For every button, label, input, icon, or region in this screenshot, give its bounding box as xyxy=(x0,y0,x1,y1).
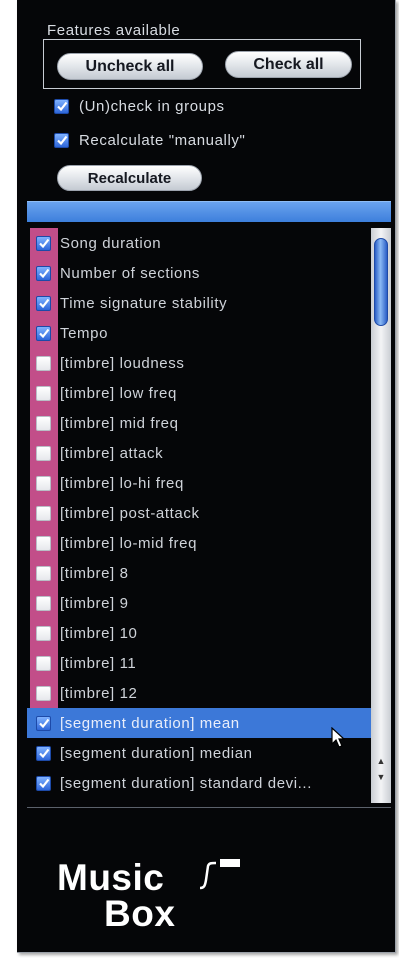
list-item-label: [timbre] low freq xyxy=(60,384,177,402)
features-title: Features available xyxy=(45,22,183,39)
checkbox-checked[interactable] xyxy=(54,132,69,148)
checkbox-unchecked[interactable] xyxy=(36,565,51,581)
list-item-label: [segment duration] median xyxy=(60,744,253,762)
checkbox-checked[interactable] xyxy=(36,265,51,281)
list-item[interactable]: [segment duration] standard devi... xyxy=(27,768,371,798)
list-item-label: [timbre] 11 xyxy=(60,654,137,672)
list-item[interactable]: [timbre] 11 xyxy=(27,648,371,678)
list-item-label: [timbre] 12 xyxy=(60,684,138,702)
mouse-pointer-icon xyxy=(331,727,346,748)
checkbox-unchecked[interactable] xyxy=(36,415,51,431)
option-recalculate-manually[interactable]: Recalculate "manually" xyxy=(54,130,245,150)
checkbox-checked[interactable] xyxy=(36,295,51,311)
list-bottom-divider xyxy=(27,807,391,808)
list-item-label: [timbre] 8 xyxy=(60,564,129,582)
checkmark-icon xyxy=(38,268,49,279)
checkbox-unchecked[interactable] xyxy=(36,685,51,701)
checkmark-icon xyxy=(38,718,49,729)
checkbox-checked[interactable] xyxy=(36,745,51,761)
list-item-label: [timbre] post-attack xyxy=(60,504,200,522)
checkmark-icon xyxy=(56,135,67,146)
option-uncheck-in-groups[interactable]: (Un)check in groups xyxy=(54,96,225,116)
list-item[interactable]: [timbre] 9 xyxy=(27,588,371,618)
list-item[interactable]: [timbre] mid freq xyxy=(27,408,371,438)
checkbox-unchecked[interactable] xyxy=(36,475,51,491)
list-item-label: Time signature stability xyxy=(60,294,228,312)
list-item[interactable]: [timbre] lo-mid freq xyxy=(27,528,371,558)
checkbox-checked[interactable] xyxy=(36,325,51,341)
list-item-label: [segment duration] mean xyxy=(60,714,240,732)
checkbox-checked[interactable] xyxy=(54,98,69,114)
checkmark-icon xyxy=(38,328,49,339)
list-item-label: Number of sections xyxy=(60,264,201,282)
checkbox-unchecked[interactable] xyxy=(36,595,51,611)
checkbox-unchecked[interactable] xyxy=(36,625,51,641)
scroll-up-arrow-icon[interactable]: ▲ xyxy=(375,755,387,767)
list-item[interactable]: [timbre] 10 xyxy=(27,618,371,648)
list-scrollbar[interactable]: ▲ ▼ xyxy=(371,228,391,803)
checkbox-unchecked[interactable] xyxy=(36,505,51,521)
scroll-down-arrow-icon[interactable]: ▼ xyxy=(375,771,387,783)
checkbox-unchecked[interactable] xyxy=(36,535,51,551)
option-label: Recalculate "manually" xyxy=(79,131,246,149)
list-item[interactable]: [timbre] 12 xyxy=(27,678,371,708)
list-item-label: [timbre] 10 xyxy=(60,624,138,642)
list-item[interactable]: [timbre] low freq xyxy=(27,378,371,408)
list-item-label: [timbre] attack xyxy=(60,444,164,462)
list-item-label: [timbre] lo-mid freq xyxy=(60,534,198,552)
check-all-button[interactable]: Check all xyxy=(225,51,352,78)
list-item-label: [segment duration] standard devi... xyxy=(60,774,312,792)
checkbox-unchecked[interactable] xyxy=(36,385,51,401)
checkmark-icon xyxy=(38,778,49,789)
list-item-label: [timbre] 9 xyxy=(60,594,129,612)
list-item[interactable]: [segment duration] mean xyxy=(27,708,371,738)
list-item[interactable]: [timbre] lo-hi freq xyxy=(27,468,371,498)
list-item[interactable]: Time signature stability xyxy=(27,288,371,318)
music-box-logo: Music Box xyxy=(57,857,257,937)
feature-list[interactable]: Song duration Number of sections Time sign… xyxy=(27,228,371,804)
recalculate-button[interactable]: Recalculate xyxy=(57,165,202,191)
checkmark-icon xyxy=(38,298,49,309)
checkbox-unchecked[interactable] xyxy=(36,655,51,671)
checkbox-unchecked[interactable] xyxy=(36,445,51,461)
scrollbar-thumb[interactable] xyxy=(374,238,388,326)
list-item[interactable]: [segment duration] median xyxy=(27,738,371,768)
list-header-bar xyxy=(27,201,391,222)
list-item-label: [timbre] loudness xyxy=(60,354,185,372)
uncheck-all-button[interactable]: Uncheck all xyxy=(57,53,203,80)
list-item[interactable]: [timbre] post-attack xyxy=(27,498,371,528)
checkmark-icon xyxy=(38,748,49,759)
list-item[interactable]: Tempo xyxy=(27,318,371,348)
step-signal-icon xyxy=(199,859,240,890)
list-item-label: [timbre] lo-hi freq xyxy=(60,474,184,492)
checkbox-checked[interactable] xyxy=(36,775,51,791)
list-item-label: Song duration xyxy=(60,234,162,252)
list-item[interactable]: [timbre] 8 xyxy=(27,558,371,588)
list-item[interactable]: Number of sections xyxy=(27,258,371,288)
list-item-label: [timbre] mid freq xyxy=(60,414,179,432)
list-item[interactable]: Song duration xyxy=(27,228,371,258)
checkbox-checked[interactable] xyxy=(36,715,51,731)
list-item-label: Tempo xyxy=(60,324,109,342)
checkmark-icon xyxy=(56,101,67,112)
checkbox-unchecked[interactable] xyxy=(36,355,51,371)
list-item[interactable]: [timbre] attack xyxy=(27,438,371,468)
checkbox-checked[interactable] xyxy=(36,235,51,251)
option-label: (Un)check in groups xyxy=(79,97,225,115)
logo-text-box: Box xyxy=(104,893,176,934)
checkmark-icon xyxy=(38,238,49,249)
list-item[interactable]: [timbre] loudness xyxy=(27,348,371,378)
